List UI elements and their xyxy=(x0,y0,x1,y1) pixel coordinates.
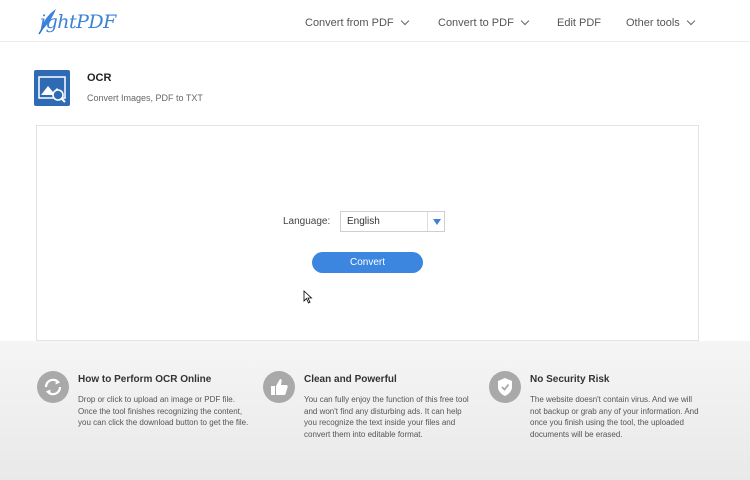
feature-title: How to Perform OCR Online xyxy=(78,374,212,385)
nav-convert-from-pdf[interactable]: Convert from PDF xyxy=(305,16,409,29)
lightpdf-logo[interactable]: ightPDF xyxy=(36,6,116,36)
nav-edit-pdf[interactable]: Edit PDF xyxy=(557,17,601,29)
caret-down-icon xyxy=(433,219,441,225)
feature-title: No Security Risk xyxy=(530,374,610,385)
nav-label: Convert to PDF xyxy=(438,17,514,29)
nav-label: Other tools xyxy=(626,17,680,29)
language-value: English xyxy=(347,216,380,227)
upload-panel[interactable] xyxy=(36,125,699,341)
top-header: ightPDF Convert from PDF Convert to PDF … xyxy=(0,0,750,42)
chevron-down-icon xyxy=(520,16,530,26)
mouse-cursor-icon xyxy=(303,290,313,304)
shield-icon xyxy=(489,371,521,403)
refresh-icon xyxy=(37,371,69,403)
feature-desc: You can fully enjoy the function of this… xyxy=(304,395,469,439)
nav-label: Edit PDF xyxy=(557,17,602,29)
thumbs-up-icon xyxy=(263,371,295,403)
language-label: Language: xyxy=(283,216,331,227)
feature-desc: Drop or click to upload an image or PDF … xyxy=(78,395,249,427)
language-select[interactable]: English xyxy=(340,211,445,232)
page-subtitle: Convert Images, PDF to TXT xyxy=(87,93,203,103)
image-search-icon xyxy=(34,70,70,106)
convert-button[interactable]: Convert xyxy=(312,252,423,273)
logo-text: ightPDF xyxy=(40,11,116,33)
page-title: OCR xyxy=(87,72,112,84)
chevron-down-icon xyxy=(686,16,696,26)
feature-title: Clean and Powerful xyxy=(304,374,397,385)
feature-desc: The website doesn't contain virus. And w… xyxy=(530,395,699,439)
chevron-down-icon xyxy=(400,16,409,26)
dropdown-toggle[interactable] xyxy=(427,212,444,231)
nav-label: Convert from PDF xyxy=(305,17,394,29)
nav-other-tools[interactable]: Other tools xyxy=(626,16,696,29)
nav-convert-to-pdf[interactable]: Convert to PDF xyxy=(438,16,530,29)
